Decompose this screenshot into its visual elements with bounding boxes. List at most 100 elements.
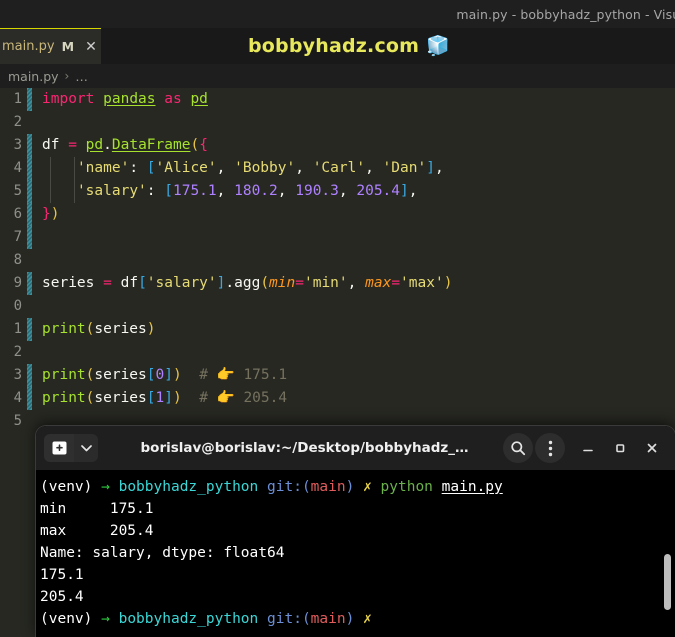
cwd-label: bobbyhadz_python — [118, 479, 259, 495]
ice-cube-icon: 🧊 — [426, 34, 450, 57]
code-line[interactable]: 1 import pandas as pd — [0, 88, 675, 111]
diff-gutter-marker — [27, 157, 32, 180]
code-line[interactable]: 8 — [0, 249, 675, 272]
code-text: df = pd.DataFrame({ — [42, 137, 208, 153]
code-text: print(series[0]) # 👉 175.1 — [42, 367, 288, 383]
git-paren-open: ( — [301, 611, 311, 627]
diff-gutter-marker — [27, 111, 32, 134]
code-line[interactable]: 3 df = pd.DataFrame({ — [0, 134, 675, 157]
window-titlebar: main.py - bobbyhadz_python - Visua — [0, 0, 675, 28]
git-branch-label: main — [310, 479, 346, 495]
close-icon[interactable] — [637, 433, 667, 463]
venv-label: (venv) — [40, 611, 93, 627]
line-number: 8 — [13, 252, 22, 268]
code-line[interactable]: 4 'name': ['Alice', 'Bobby', 'Carl', 'Da… — [0, 157, 675, 180]
close-icon[interactable]: ✕ — [83, 39, 99, 55]
vscode-window: main.py - bobbyhadz_python - Visua main.… — [0, 0, 675, 637]
breadcrumb-ellipsis[interactable]: … — [75, 69, 88, 84]
code-text: series = df['salary'].agg(min='min', max… — [42, 275, 453, 291]
line-number: 2 — [13, 344, 22, 360]
cwd-label: bobbyhadz_python — [118, 611, 259, 627]
minimize-icon[interactable] — [573, 433, 603, 463]
code-text: 'salary': [175.1, 180.2, 190.3, 205.4], — [76, 183, 418, 199]
git-paren-open: ( — [301, 479, 311, 495]
code-line[interactable]: 2 — [0, 341, 675, 364]
diff-gutter-marker — [27, 203, 32, 226]
terminal-output-line: min 175.1 — [40, 501, 154, 517]
diff-gutter-marker — [27, 249, 32, 272]
diff-gutter-marker — [27, 88, 32, 111]
breadcrumb-file[interactable]: main.py — [8, 69, 59, 84]
venv-label: (venv) — [40, 479, 93, 495]
code-line[interactable]: 2 — [0, 111, 675, 134]
diff-gutter-marker — [27, 180, 32, 203]
diff-gutter-marker — [27, 364, 32, 387]
terminal-output-line: max 205.4 — [40, 523, 154, 539]
line-number: 1 — [13, 321, 22, 337]
terminal-output-line: 205.4 — [40, 589, 84, 605]
menu-kebab-icon[interactable] — [535, 433, 565, 463]
maximize-icon[interactable] — [605, 433, 635, 463]
diff-gutter-marker — [27, 387, 32, 410]
line-number: 6 — [13, 206, 22, 222]
code-line[interactable]: 6}) — [0, 203, 675, 226]
command-interpreter: python — [380, 479, 433, 495]
watermark-label: bobbyhadz.com — [248, 35, 420, 57]
code-text: import pandas as pd — [42, 91, 208, 107]
line-number: 3 — [13, 137, 22, 153]
diff-gutter-marker — [27, 134, 32, 157]
tab-label: main.py — [2, 39, 55, 54]
code-line[interactable]: 9 series = df['salary'].agg(min='min', ma… — [0, 272, 675, 295]
search-icon[interactable] — [503, 433, 533, 463]
terminal-output-line: 175.1 — [40, 567, 84, 583]
diff-gutter-marker — [27, 410, 32, 433]
line-number: 2 — [13, 114, 22, 130]
terminal-prompt-line-1: (venv) → bobbyhadz_python git:(main) ✗ p… — [40, 476, 675, 498]
arrow-icon: → — [101, 479, 110, 495]
diff-gutter-marker — [27, 295, 32, 318]
diff-gutter-marker — [27, 226, 32, 249]
arrow-icon: → — [101, 611, 110, 627]
code-line[interactable]: 5 'salary': [175.1, 180.2, 190.3, 205.4]… — [0, 180, 675, 203]
window-title: main.py - bobbyhadz_python - Visua — [456, 6, 675, 22]
terminal-title: borislav@borislav:~/Desktop/bobbyhadz_… — [140, 440, 469, 456]
code-text: print(series[1]) # 👉 205.4 — [42, 390, 288, 406]
line-number: 9 — [13, 275, 22, 291]
tab-dirty-indicator: M — [61, 39, 75, 54]
terminal-body[interactable]: (venv) → bobbyhadz_python git:(main) ✗ p… — [36, 470, 675, 637]
code-text: 'name': ['Alice', 'Bobby', 'Carl', 'Dan'… — [76, 160, 444, 176]
terminal-titlebar: borislav@borislav:~/Desktop/bobbyhadz_… — [36, 426, 675, 470]
line-number: 0 — [13, 298, 22, 314]
diff-gutter-marker — [27, 318, 32, 341]
line-number: 1 — [13, 91, 22, 107]
code-line[interactable]: 1 print(series) — [0, 318, 675, 341]
git-status-icon: ✗ — [363, 479, 372, 495]
line-number: 7 — [13, 229, 22, 245]
git-branch-label: main — [310, 611, 346, 627]
code-line[interactable]: 0 — [0, 295, 675, 318]
line-number: 4 — [13, 390, 22, 406]
code-line[interactable]: 4 print(series[1]) # 👉 205.4 — [0, 387, 675, 410]
line-number: 5 — [13, 413, 22, 429]
git-label: git: — [267, 611, 302, 627]
line-number: 4 — [13, 160, 22, 176]
editor-tabstrip: main.py M ✕ bobbyhadz.com 🧊 — [0, 28, 675, 64]
code-line[interactable]: 7 — [0, 226, 675, 249]
line-number: 5 — [13, 183, 22, 199]
editor-tab-main-py[interactable]: main.py M ✕ — [0, 28, 101, 64]
terminal-window[interactable]: borislav@borislav:~/Desktop/bobbyhadz_… — [36, 426, 675, 637]
diff-gutter-marker — [27, 272, 32, 295]
chevron-down-icon[interactable] — [74, 434, 98, 462]
diff-gutter-marker — [27, 341, 32, 364]
terminal-scrollbar[interactable] — [664, 554, 671, 610]
line-number: 3 — [13, 367, 22, 383]
command-script: main.py — [441, 479, 503, 495]
terminal-prompt-line-2: (venv) → bobbyhadz_python git:(main) ✗ — [40, 608, 675, 630]
terminal-plus-icon[interactable] — [44, 434, 74, 462]
code-text: print(series) — [42, 321, 156, 337]
code-text: }) — [42, 206, 60, 222]
git-label: git: — [267, 479, 302, 495]
watermark: bobbyhadz.com 🧊 — [248, 28, 450, 64]
code-line[interactable]: 3 print(series[0]) # 👉 175.1 — [0, 364, 675, 387]
code-lines: 1 import pandas as pd 2 3 df = pd.DataFrame(… — [0, 88, 675, 433]
